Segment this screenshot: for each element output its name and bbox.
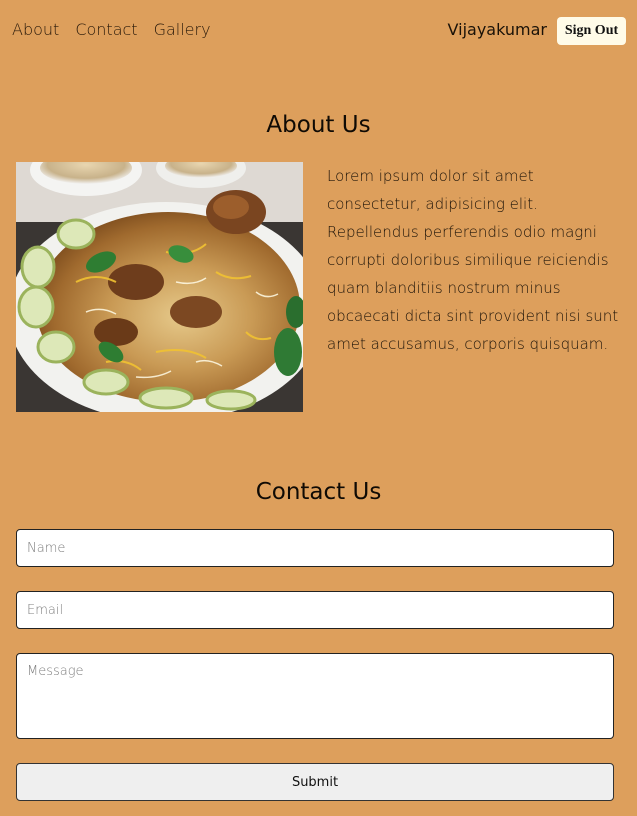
user-name: Vijayakumar xyxy=(447,20,547,39)
nav-link-contact[interactable]: Contact xyxy=(75,20,137,39)
about-text: Lorem ipsum dolor sit amet consectetur, … xyxy=(327,167,619,353)
sign-out-button[interactable]: Sign Out xyxy=(557,17,626,45)
nav-links: About Contact Gallery xyxy=(12,20,211,39)
submit-button[interactable]: Submit xyxy=(16,763,614,801)
nav-link-gallery[interactable]: Gallery xyxy=(154,20,211,39)
name-field[interactable] xyxy=(16,529,614,567)
message-field[interactable] xyxy=(16,653,614,739)
nav-link-about[interactable]: About xyxy=(12,20,59,39)
biryani-image xyxy=(16,162,303,412)
top-nav: About Contact Gallery Vijayakumar Sign O… xyxy=(0,0,637,64)
about-title: About Us xyxy=(266,112,371,138)
email-field[interactable] xyxy=(16,591,614,629)
contact-title: Contact Us xyxy=(255,479,382,505)
